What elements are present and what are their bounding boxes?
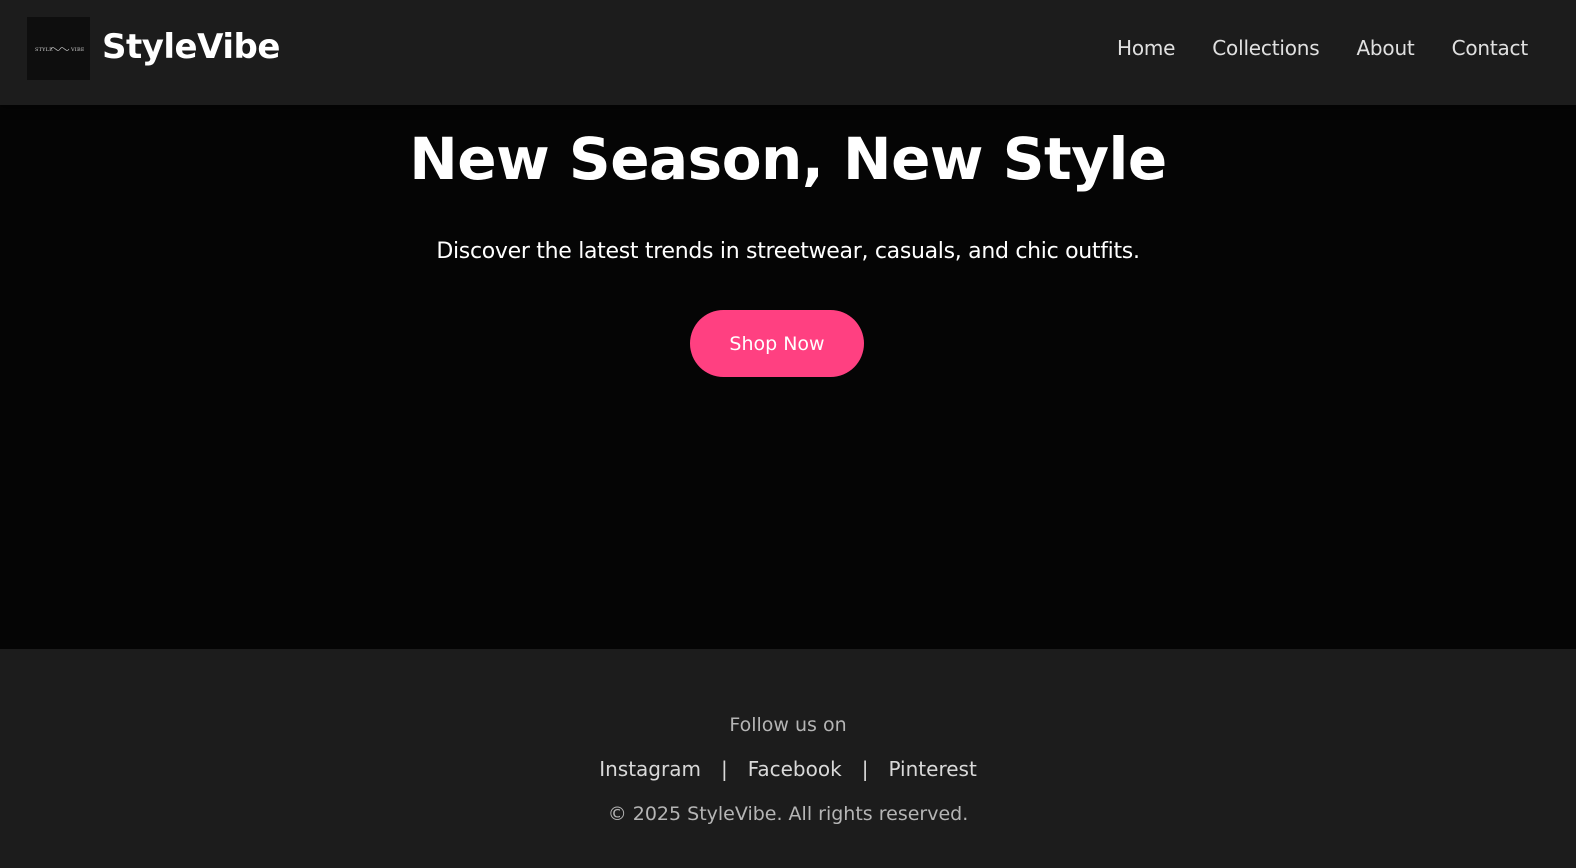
shop-now-button[interactable]: Shop Now (690, 310, 864, 377)
nav-collections[interactable]: Collections (1212, 32, 1319, 64)
social-links: Instagram | Facebook | Pinterest (0, 754, 1576, 784)
svg-text:VIBE: VIBE (70, 47, 84, 53)
hero-title: New Season, New Style (409, 125, 1167, 193)
follow-label: Follow us on (729, 714, 847, 736)
hero-subtitle: Discover the latest trends in streetwear… (436, 239, 1140, 264)
site-footer: Follow us on Instagram | Facebook | Pint… (0, 649, 1576, 868)
social-separator: | (720, 757, 728, 781)
nav-home[interactable]: Home (1117, 32, 1175, 64)
brand-name[interactable]: StyleVibe (102, 22, 280, 72)
logo-mark: STYLE VIBE (35, 47, 84, 53)
nav-about[interactable]: About (1356, 32, 1414, 64)
svg-text:STYLE: STYLE (35, 47, 53, 53)
main-nav: Home Collections About Contact (1117, 32, 1528, 64)
social-separator: | (861, 757, 869, 781)
copyright-text: © 2025 StyleVibe. All rights reserved. (607, 803, 969, 825)
facebook-link[interactable]: Facebook (748, 754, 842, 784)
nav-contact[interactable]: Contact (1452, 32, 1529, 64)
pinterest-link[interactable]: Pinterest (888, 754, 976, 784)
hero-section: New Season, New Style Discover the lates… (0, 105, 1576, 649)
site-header: STYLE VIBE StyleVibe Home Collections Ab… (0, 0, 1576, 105)
logo-image[interactable]: STYLE VIBE (27, 17, 90, 80)
instagram-link[interactable]: Instagram (599, 754, 701, 784)
